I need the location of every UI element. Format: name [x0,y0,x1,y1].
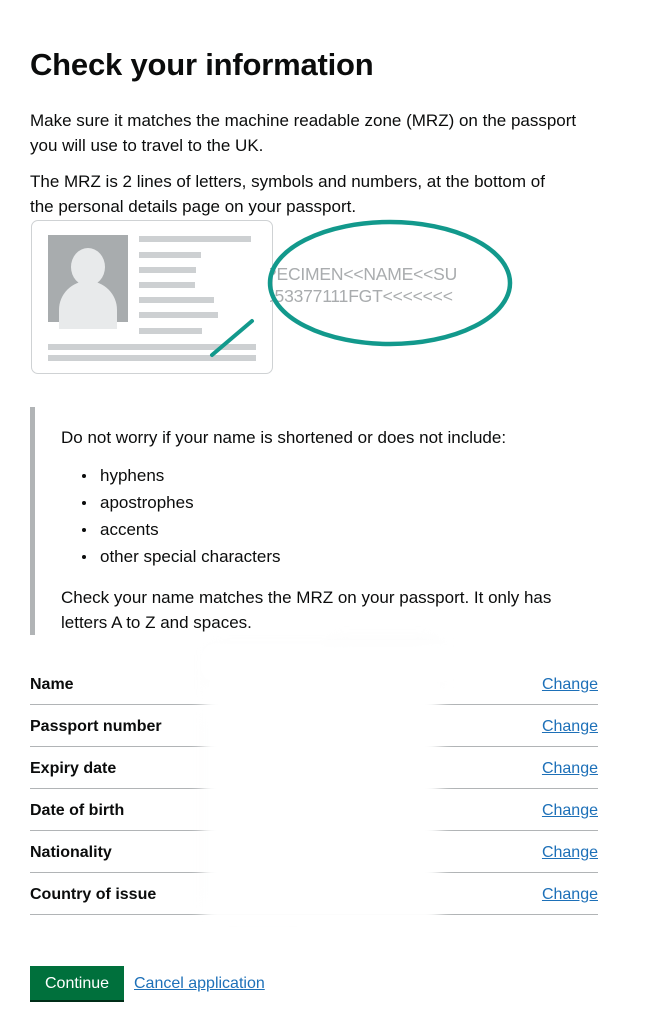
row-key-date-of-birth: Date of birth [30,802,125,819]
list-item: hyphens [81,462,280,489]
change-link-expiry-date[interactable]: Change [542,759,598,779]
change-link-passport-number[interactable]: Change [542,717,598,737]
list-item: apostrophes [81,489,280,516]
row-key-nationality: Nationality [30,844,112,861]
change-link-name[interactable]: Change [542,675,598,695]
inset-lead-text: Do not worry if your name is shortened o… [61,428,507,447]
table-row: Date of birth Change [30,789,598,831]
table-row: Passport number Change [30,705,598,747]
list-item: accents [81,516,280,543]
magnifier-callout-icon [210,219,513,357]
inset-exception-list: hyphens apostrophes accents other specia… [81,462,280,570]
check-information-page: Check your information Make sure it matc… [0,0,647,1024]
page-title: Check your information [30,46,374,82]
inset-tail-text: Check your name matches the MRZ on your … [61,588,552,632]
table-row: Expiry date Change [30,747,598,789]
row-key-country-of-issue: Country of issue [30,886,157,903]
callout-ellipse [267,219,513,347]
change-link-country-of-issue[interactable]: Change [542,885,598,905]
table-row: Name Change [30,641,598,705]
intro-paragraph-2: The MRZ is 2 lines of letters, symbols a… [30,172,545,216]
intro-paragraph-1: Make sure it matches the machine readabl… [30,111,577,155]
passport-mrz-illustration: PECIMEN<<NAME<<SU 553377111FGT<<<<<<< [30,218,513,383]
callout-pointer-line [210,319,254,357]
cancel-application-link[interactable]: Cancel application [134,974,265,994]
change-link-date-of-birth[interactable]: Change [542,801,598,821]
row-key-name: Name [30,676,74,693]
inset-guidance-block: Do not worry if your name is shortened o… [30,407,598,635]
continue-button[interactable]: Continue [30,966,125,1002]
table-row: Country of issue Change [30,873,598,915]
change-link-nationality[interactable]: Change [542,843,598,863]
list-item: other special characters [81,543,280,570]
row-key-expiry-date: Expiry date [30,760,117,777]
summary-list: Name Change Passport number Change Expir… [30,641,598,915]
row-key-passport-number: Passport number [30,718,162,735]
table-row: Nationality Change [30,831,598,873]
